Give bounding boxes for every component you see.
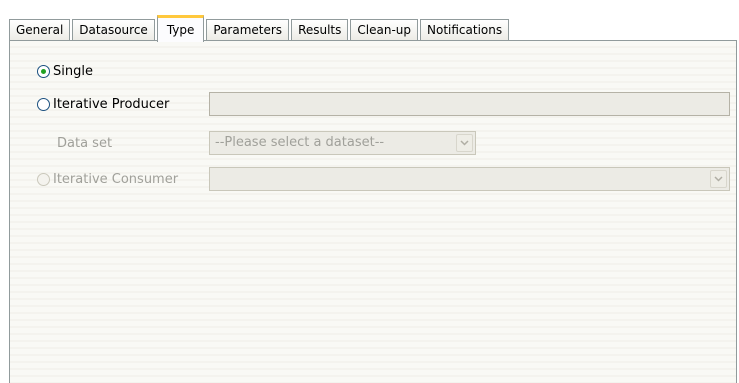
single-radio[interactable] xyxy=(37,64,50,78)
iterative-producer-label[interactable]: Iterative Producer xyxy=(53,97,169,112)
tab-type[interactable]: Type xyxy=(156,15,205,42)
iterative-producer-field xyxy=(209,92,730,116)
tab-parameters[interactable]: Parameters xyxy=(206,19,290,41)
data-set-select: --Please select a dataset-- xyxy=(209,131,476,155)
tab-clean-up[interactable]: Clean-up xyxy=(350,19,419,41)
chevron-down-icon xyxy=(456,134,473,152)
tab-bar: General Datasource Type Parameters Resul… xyxy=(9,14,511,42)
radio-selected-dot xyxy=(41,68,46,74)
single-option[interactable]: Single xyxy=(10,59,736,83)
single-label[interactable]: Single xyxy=(53,64,93,79)
iterative-consumer-label: Iterative Consumer xyxy=(53,171,179,187)
tab-notifications[interactable]: Notifications xyxy=(420,19,510,41)
iterative-producer-radio[interactable] xyxy=(37,97,50,111)
tab-datasource[interactable]: Datasource xyxy=(72,19,155,41)
iterative-consumer-select xyxy=(209,167,730,191)
iterative-consumer-radio xyxy=(37,172,50,186)
type-panel: Single Iterative Producer Data set --Ple… xyxy=(9,40,737,383)
tab-general[interactable]: General xyxy=(9,19,71,41)
chevron-down-icon xyxy=(710,170,727,188)
tab-results[interactable]: Results xyxy=(291,19,349,41)
data-set-select-value: --Please select a dataset-- xyxy=(215,135,385,150)
data-set-label: Data set xyxy=(57,135,113,151)
